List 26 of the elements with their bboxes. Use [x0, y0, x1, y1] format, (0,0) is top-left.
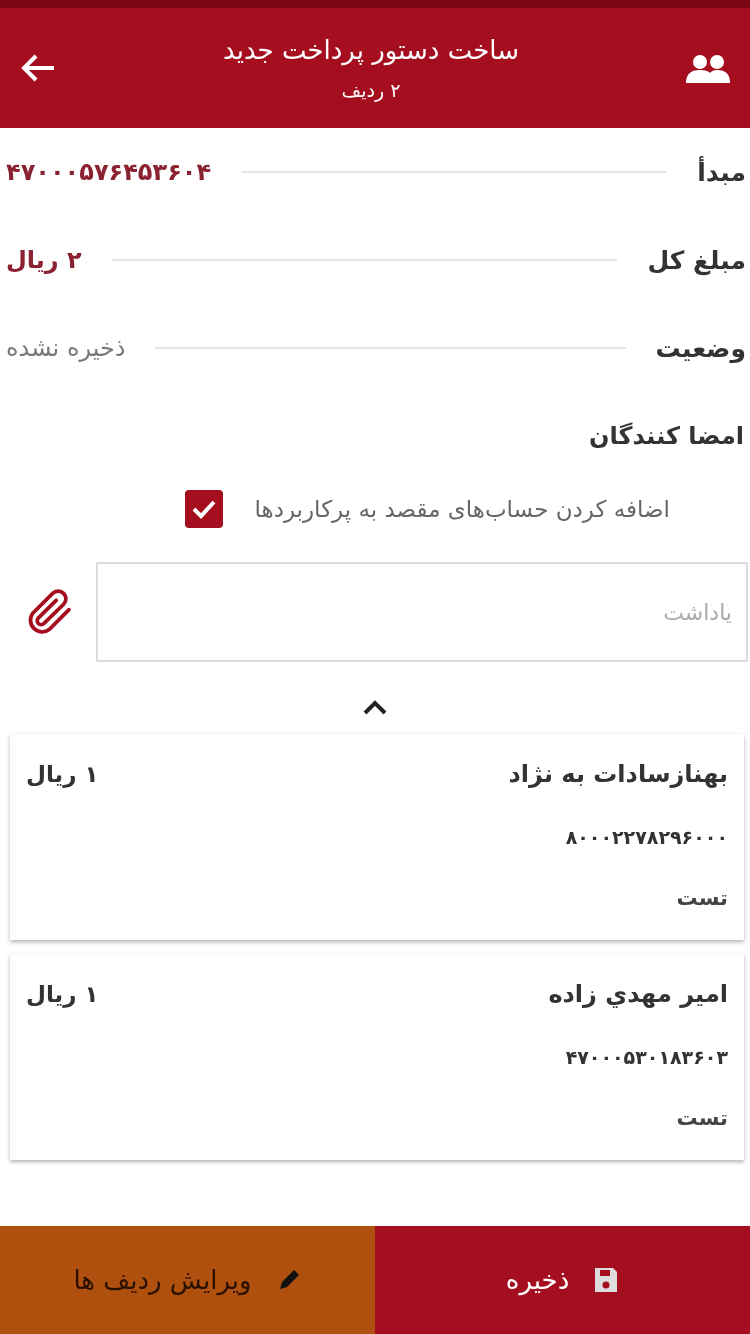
save-button[interactable]: ذخیره: [375, 1226, 750, 1334]
note-field[interactable]: یاداشت: [96, 562, 748, 662]
payee-name: بهنازسادات به نژاد: [508, 760, 728, 788]
payee-name: امير مهدي زاده: [548, 980, 728, 1008]
row-amount: ۱ ریال: [26, 761, 99, 787]
people-icon[interactable]: [686, 53, 730, 83]
payment-row-card[interactable]: امير مهدي زاده ۱ ریال ۴۷۰۰۰۵۳۰۱۸۳۶۰۳ تست: [10, 954, 744, 1160]
field-value: ذخیره نشده: [6, 334, 126, 362]
checkbox-label: اضافه کردن حساب‌های مقصد به پرکاربردها: [254, 496, 670, 522]
field-label: مبدأ: [697, 157, 746, 187]
field-value: ۲ ریال: [6, 246, 82, 274]
section-title: امضا کنندگان: [588, 421, 745, 452]
checkbox[interactable]: [184, 490, 223, 528]
row-note: تست: [675, 886, 728, 910]
field-label: وضعیت: [655, 333, 746, 363]
account-number: ۸۰۰۰۲۲۷۸۲۹۶۰۰۰: [564, 826, 728, 848]
payment-row-card[interactable]: بهنازسادات به نژاد ۱ ریال ۸۰۰۰۲۲۷۸۲۹۶۰۰۰ تست: [10, 734, 744, 940]
row-note: تست: [675, 1106, 728, 1130]
row-count: ۲ ردیف: [341, 79, 401, 101]
account-number: ۴۷۰۰۰۵۳۰۱۸۳۶۰۳: [564, 1046, 728, 1068]
field-label: مبلغ کل: [647, 245, 746, 275]
back-arrow-icon[interactable]: [20, 53, 56, 83]
check-icon: [190, 499, 217, 519]
row-amount: ۱ ریال: [26, 981, 99, 1007]
page-title: ساخت دستور پرداخت جدید: [223, 35, 519, 65]
field-value: ۴۷۰۰۰۵۷۶۴۵۳۶۰۴: [6, 158, 212, 186]
